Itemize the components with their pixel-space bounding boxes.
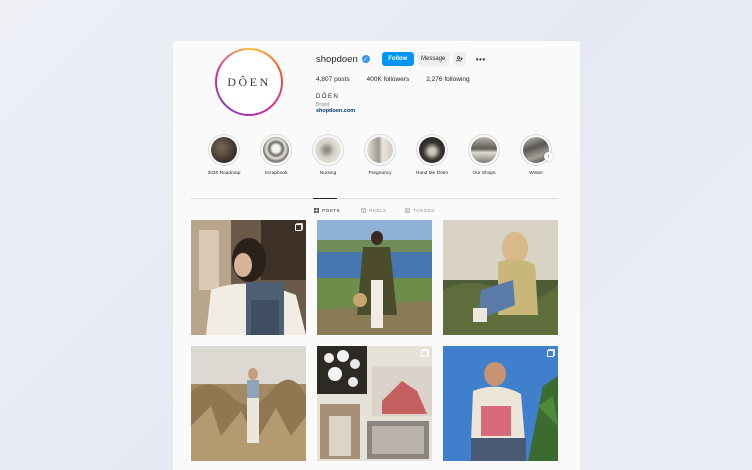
highlight-cover <box>419 137 445 163</box>
highlight-item[interactable]: Scrapbook <box>250 134 302 176</box>
highlight-label: Winter <box>529 171 543 176</box>
highlight-item[interactable]: Nursing <box>302 134 354 176</box>
tab-posts[interactable]: POSTS <box>314 208 340 213</box>
highlight-label: 2030 Roadmap <box>207 171 241 176</box>
profile-card: DÔEN shopdoen ✓ Follow Message ••• 4,807… <box>173 41 580 470</box>
highlight-label: Nursing <box>319 171 337 176</box>
tagged-icon <box>405 208 410 213</box>
username: shopdoen <box>316 53 358 65</box>
highlight-label: Hand Me Dōen <box>415 171 449 176</box>
post-image <box>443 220 558 335</box>
profile-avatar[interactable]: DÔEN <box>215 48 283 116</box>
multiple-photos-icon <box>421 350 428 357</box>
username-row: shopdoen ✓ Follow Message ••• <box>316 52 486 66</box>
tab-divider <box>191 198 558 199</box>
more-dots-icon[interactable]: ••• <box>476 55 486 64</box>
grid-icon <box>314 208 319 213</box>
multiple-photos-icon <box>547 350 554 357</box>
tab-active-indicator <box>313 198 337 199</box>
bio-link[interactable]: shopdoen.com <box>316 108 355 114</box>
chevron-right-icon[interactable]: › <box>544 152 553 161</box>
post-image <box>443 346 558 461</box>
highlight-cover <box>263 137 289 163</box>
post-tile[interactable] <box>443 220 558 335</box>
bio-name: DÔEN <box>316 94 340 100</box>
highlight-item[interactable]: Hand Me Dōen <box>406 134 458 176</box>
highlight-cover <box>211 137 237 163</box>
tab-tagged[interactable]: TAGGED <box>405 208 435 213</box>
highlight-item[interactable]: 2030 Roadmap <box>198 134 250 176</box>
suggest-button[interactable] <box>452 52 466 66</box>
follow-button[interactable]: Follow <box>381 52 414 66</box>
multiple-photos-icon <box>295 224 302 231</box>
post-tile[interactable] <box>191 220 306 335</box>
reels-icon <box>361 208 366 213</box>
post-tile[interactable] <box>317 220 432 335</box>
highlight-cover <box>471 137 497 163</box>
highlight-label: Scrapbook <box>264 171 288 176</box>
highlight-cover <box>315 137 341 163</box>
post-image <box>191 220 306 335</box>
posts-count: 4,807 posts <box>316 76 350 83</box>
highlight-item[interactable]: Pregnancy <box>354 134 406 176</box>
tab-reels[interactable]: REELS <box>361 208 387 213</box>
verified-badge-icon: ✓ <box>361 55 370 63</box>
highlight-item[interactable]: Winter <box>510 134 562 176</box>
person-plus-icon <box>455 56 463 62</box>
profile-stats: 4,807 posts 400K followers 2,276 followi… <box>316 76 487 83</box>
highlight-cover <box>367 137 393 163</box>
followers-count[interactable]: 400K followers <box>367 76 410 83</box>
message-button[interactable]: Message <box>416 52 450 66</box>
post-image <box>191 346 306 461</box>
post-image <box>317 346 432 461</box>
following-count[interactable]: 2,276 following <box>426 76 469 83</box>
post-tile[interactable] <box>317 346 432 461</box>
highlight-label: Our Shops <box>472 171 496 176</box>
avatar-logo: DÔEN <box>227 74 271 89</box>
highlight-label: Pregnancy <box>368 171 392 176</box>
post-tile[interactable] <box>191 346 306 461</box>
post-image <box>317 220 432 335</box>
highlight-item[interactable]: Our Shops <box>458 134 510 176</box>
post-tile[interactable] <box>443 346 558 461</box>
